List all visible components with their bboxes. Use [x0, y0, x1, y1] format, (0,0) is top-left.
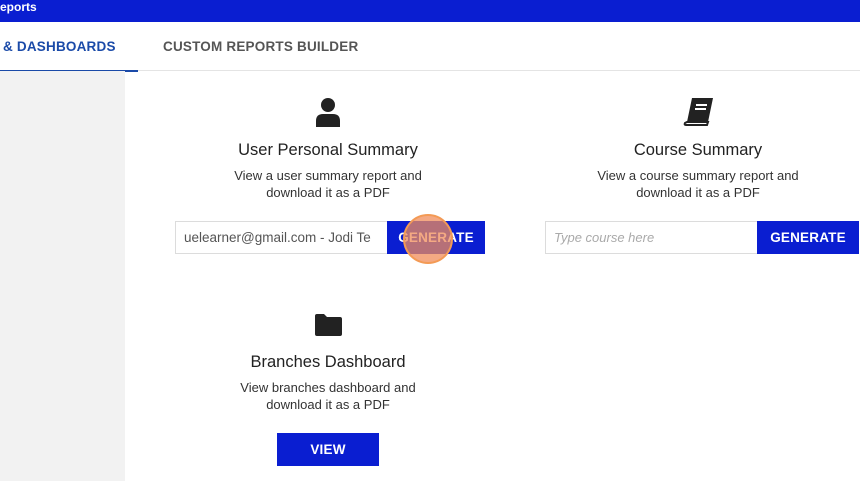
app-header-bar: eports [0, 0, 860, 22]
branches-dashboard-view-button[interactable]: VIEW [277, 433, 379, 466]
tab-dashboards[interactable]: & DASHBOARDS [0, 22, 138, 72]
sidebar-panel [0, 71, 125, 481]
branches-dashboard-title: Branches Dashboard [250, 353, 406, 371]
course-summary-generate-button[interactable]: GENERATE [757, 221, 859, 254]
user-icon [315, 97, 341, 132]
user-search-input[interactable] [176, 222, 387, 253]
book-icon [683, 97, 715, 132]
tab-bar: & DASHBOARDS CUSTOM REPORTS BUILDER [0, 22, 860, 72]
user-summary-title: User Personal Summary [238, 141, 418, 159]
user-search-field-wrap [175, 221, 388, 254]
course-search-input[interactable] [546, 222, 757, 253]
user-summary-description: View a user summary report and download … [234, 168, 422, 200]
user-summary-generate-button[interactable]: GENERATE [387, 221, 485, 254]
course-summary-description: View a course summary report and downloa… [597, 168, 799, 200]
course-search-field-wrap [545, 221, 758, 254]
app-title: eports [0, 0, 37, 14]
branches-dashboard-description: View branches dashboard and download it … [240, 380, 416, 412]
folder-icon [314, 313, 343, 342]
tab-custom-reports-builder[interactable]: CUSTOM REPORTS BUILDER [163, 22, 358, 71]
course-summary-title: Course Summary [633, 141, 763, 159]
